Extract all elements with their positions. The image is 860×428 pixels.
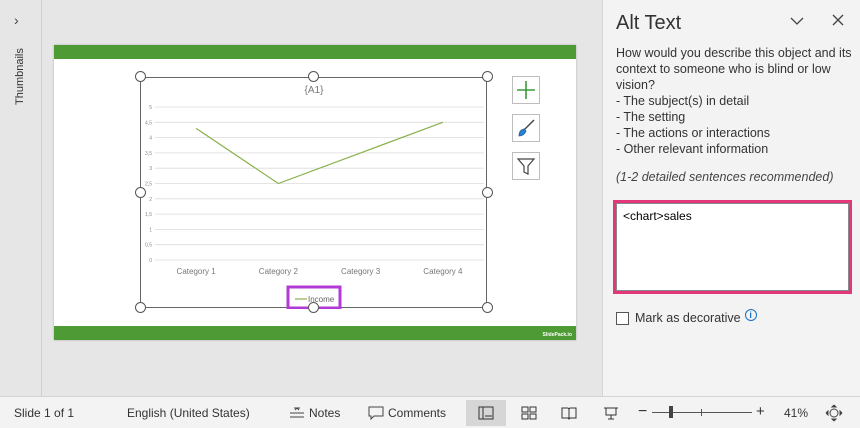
- comments-button[interactable]: Comments: [368, 401, 446, 425]
- chevron-down-icon[interactable]: [789, 14, 805, 28]
- instruction-line: - The setting: [616, 110, 686, 124]
- zoom-level[interactable]: 41%: [784, 406, 808, 420]
- alt-text-highlight: [613, 200, 852, 294]
- y-tick-label: 0,5: [145, 243, 152, 249]
- brush-icon: [518, 119, 535, 137]
- slide-sorter-button[interactable]: [509, 400, 549, 426]
- close-icon[interactable]: [831, 13, 845, 27]
- chart-object[interactable]: {A1} 5 4,5 4 3,5 3 2,5 2 1,5 1 0,5 0 Category 1 Cat…: [140, 77, 487, 309]
- x-tick-label: Category 1: [177, 267, 217, 276]
- resize-handle-mid-right[interactable]: [482, 187, 493, 198]
- y-tick-label: 1: [149, 227, 152, 233]
- slide-top-bar: [54, 45, 576, 59]
- y-tick-label: 4,5: [145, 120, 152, 126]
- zoom-slider-thumb[interactable]: [669, 406, 673, 418]
- chart-elements-button[interactable]: [512, 76, 540, 104]
- zoom-out-icon[interactable]: −: [638, 403, 647, 421]
- chart-title: {A1}: [305, 85, 325, 96]
- slide-brand-text: SlidePack.io: [542, 332, 572, 338]
- line-chart: {A1} 5 4,5 4 3,5 3 2,5 2 1,5 1 0,5 0 Category 1 Cat…: [145, 85, 484, 309]
- fit-to-window-icon[interactable]: [825, 404, 843, 422]
- pane-title: Alt Text: [616, 12, 682, 34]
- slide-show-button[interactable]: [591, 400, 631, 426]
- y-tick-label: 2,5: [145, 182, 152, 188]
- y-tick-label: 3: [149, 166, 152, 172]
- comment-icon: [368, 406, 384, 420]
- resize-handle-bottom-center[interactable]: [308, 302, 319, 313]
- expand-thumbnails-chevron-icon[interactable]: ›: [14, 12, 19, 28]
- resize-handle-mid-left[interactable]: [135, 187, 146, 198]
- alt-text-hint: (1-2 detailed sentences recommended): [616, 170, 834, 184]
- chart-filters-button[interactable]: [512, 152, 540, 180]
- grid-icon: [521, 406, 537, 420]
- presentation-icon: [604, 407, 618, 420]
- thumbnails-label[interactable]: Thumbnails: [14, 48, 26, 105]
- x-tick-label: Category 2: [259, 267, 299, 276]
- instruction-line: context to someone who is blind or low: [616, 62, 831, 76]
- resize-handle-bottom-left[interactable]: [135, 302, 146, 313]
- mark-decorative-checkbox[interactable]: [616, 311, 629, 325]
- resize-handle-bottom-right[interactable]: [482, 302, 493, 313]
- chart-styles-button[interactable]: [512, 114, 540, 142]
- instruction-line: - The subject(s) in detail: [616, 94, 750, 108]
- instruction-line: - The actions or interactions: [616, 126, 771, 140]
- y-tick-label: 2: [149, 197, 152, 203]
- status-bar: Slide 1 of 1 English (United States) Not…: [0, 396, 860, 428]
- alt-text-instructions: How would you describe this object and i…: [616, 45, 852, 157]
- slide-bottom-bar: SlidePack.io: [54, 326, 576, 340]
- y-tick-label: 5: [149, 105, 152, 111]
- language-indicator[interactable]: English (United States): [127, 406, 250, 420]
- notes-icon: [290, 407, 304, 418]
- y-tick-label: 4: [149, 136, 152, 142]
- slide-info[interactable]: Slide 1 of 1: [14, 406, 74, 420]
- instruction-line: - Other relevant information: [616, 142, 769, 156]
- reading-view-button[interactable]: [549, 400, 589, 426]
- book-icon: [561, 407, 577, 420]
- y-tick-label: 1,5: [145, 212, 152, 218]
- mark-decorative-label[interactable]: Mark as decorative: [635, 311, 741, 325]
- zoom-in-icon[interactable]: +: [756, 403, 765, 420]
- slide-canvas[interactable]: SlidePack.io {A1} 5 4,5 4 3,5 3 2,5 2 1,5 1 0,5 0 …: [54, 45, 576, 340]
- thumbnails-rail[interactable]: › Thumbnails: [0, 0, 42, 396]
- x-tick-label: Category 4: [423, 267, 463, 276]
- instruction-line: vision?: [616, 78, 655, 92]
- notes-button[interactable]: Notes: [289, 401, 340, 425]
- slide-editor: SlidePack.io {A1} 5 4,5 4 3,5 3 2,5 2 1,5 1 0,5 0 …: [43, 0, 601, 396]
- alt-text-input[interactable]: [616, 203, 849, 291]
- y-tick-label: 3,5: [145, 151, 152, 157]
- plus-icon: [517, 81, 535, 99]
- instruction-line: How would you describe this object and i…: [616, 46, 852, 60]
- resize-handle-top-left[interactable]: [135, 71, 146, 82]
- zoom-slider-center-tick: [701, 409, 702, 416]
- resize-handle-top-right[interactable]: [482, 71, 493, 82]
- info-icon[interactable]: i: [744, 309, 757, 321]
- filter-icon: [516, 158, 536, 175]
- y-tick-label: 0: [149, 258, 152, 264]
- comments-label: Comments: [388, 406, 447, 420]
- mark-decorative-row[interactable]: Mark as decorative i: [616, 309, 757, 325]
- alt-text-pane: Alt Text How would you describe this obj…: [602, 0, 860, 396]
- normal-view-icon: [478, 406, 494, 420]
- normal-view-button[interactable]: [466, 400, 506, 426]
- chart-side-tools: [512, 76, 540, 190]
- resize-handle-top-center[interactable]: [308, 71, 319, 82]
- notes-label: Notes: [309, 406, 341, 420]
- x-tick-label: Category 3: [341, 267, 381, 276]
- zoom-slider-track[interactable]: [652, 412, 752, 413]
